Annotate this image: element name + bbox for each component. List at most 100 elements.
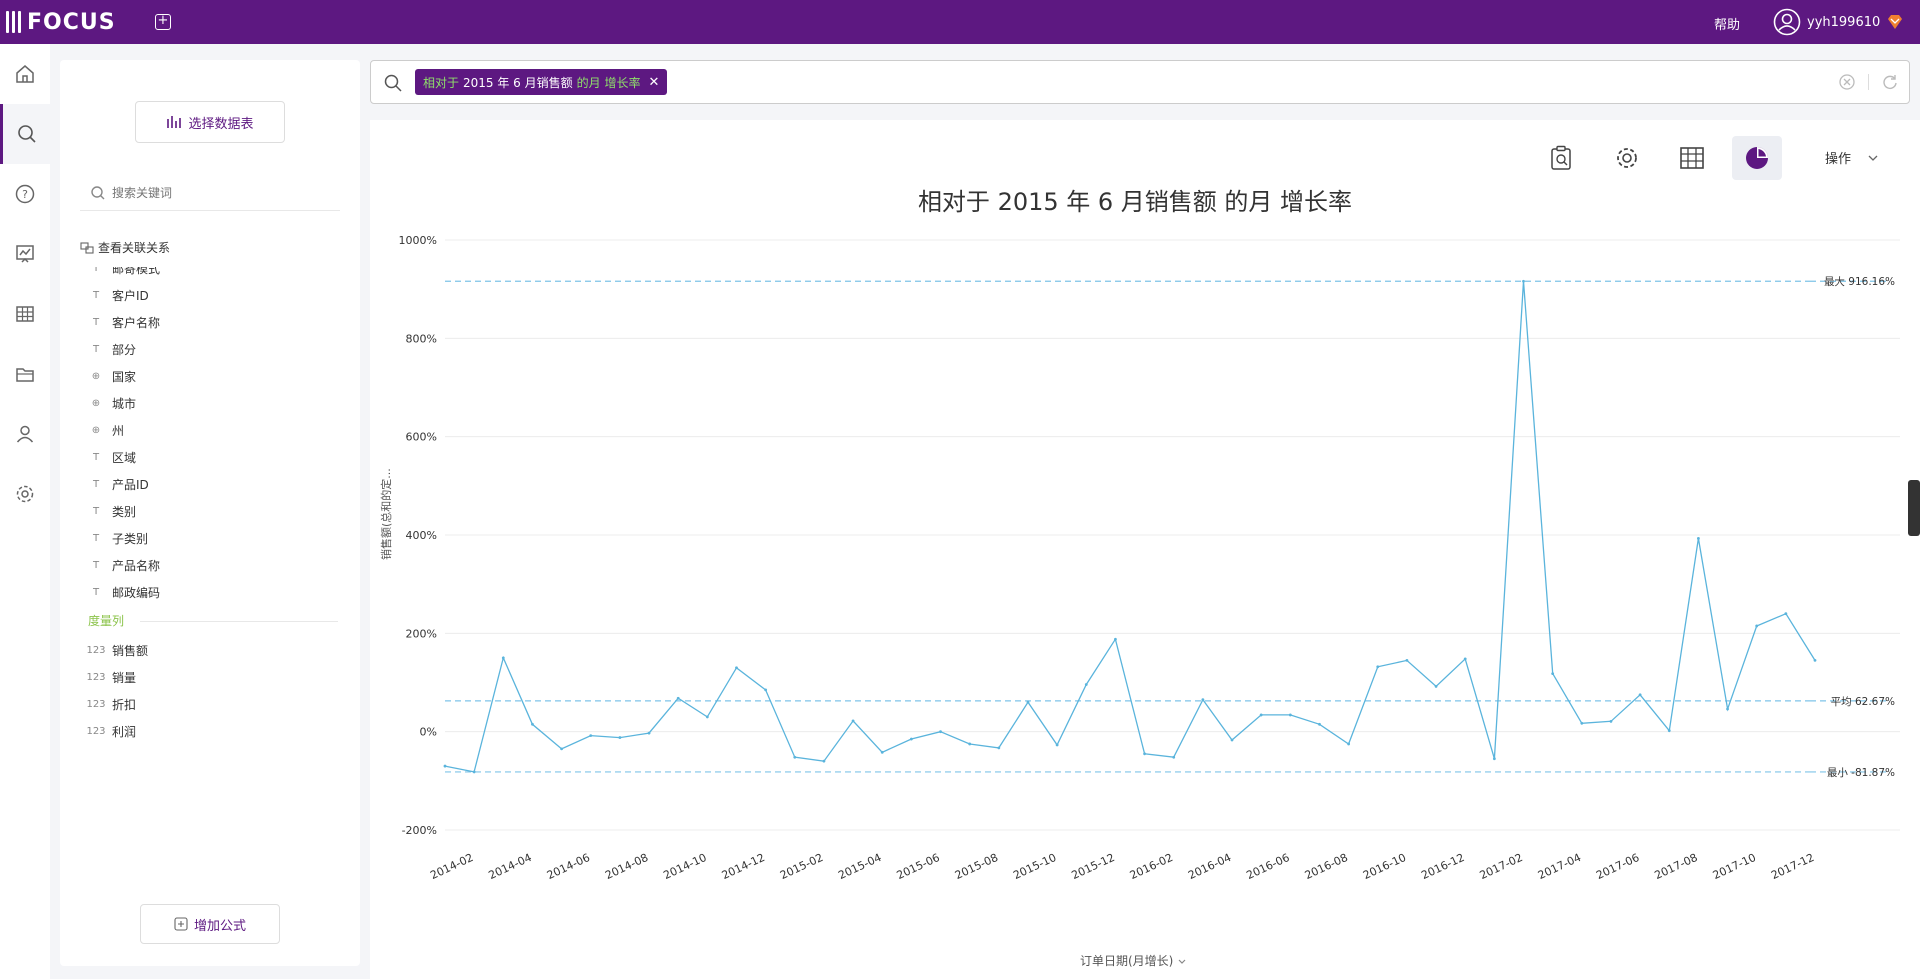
add-formula-button[interactable]: 增加公式 — [140, 904, 280, 944]
data-point — [1347, 742, 1351, 746]
table-view-button[interactable] — [1667, 136, 1717, 180]
insight-button[interactable] — [1536, 136, 1586, 180]
measure-section-title: 度量列 — [88, 614, 125, 628]
field-item[interactable]: T 产品ID — [80, 474, 149, 494]
view-relations-link[interactable]: 查看关联关系 — [80, 239, 170, 256]
number-type-icon: 123 — [86, 644, 106, 656]
x-tick-label: 2016-04 — [1186, 851, 1233, 882]
divider — [140, 621, 338, 622]
text-type-icon: T — [92, 532, 100, 544]
folder-icon — [16, 368, 34, 382]
data-point — [1288, 713, 1292, 717]
measure-label: 折扣 — [112, 697, 137, 712]
text-type-icon: T — [92, 586, 100, 598]
select-datasource-label: 选择数据表 — [188, 116, 254, 132]
nav-table[interactable] — [0, 284, 50, 344]
field-item[interactable]: T 类别 — [80, 501, 136, 521]
clear-icon[interactable] — [1838, 73, 1856, 91]
field-label: 城市 — [112, 396, 137, 411]
field-label: 子类别 — [112, 531, 149, 546]
x-tick-label: 2017-10 — [1711, 851, 1758, 882]
field-item[interactable]: ⊕ 城市 — [80, 393, 136, 413]
x-tick-label: 2015-02 — [778, 851, 825, 882]
data-point — [909, 737, 913, 741]
x-axis-label[interactable]: 订单日期(月增长) — [1080, 952, 1187, 969]
x-axis-label-text: 订单日期(月增长) — [1080, 954, 1174, 968]
search-icon — [91, 185, 105, 199]
measure-item[interactable]: 123 折扣 — [80, 694, 136, 714]
focus-logo[interactable]: FOCUS — [6, 8, 116, 36]
search-bar[interactable]: 相对于 2015 年 6 月销售额 的月 增长率 ✕ — [370, 60, 1910, 104]
field-item[interactable]: ⊕ 州 — [80, 420, 124, 440]
avatar-icon — [1773, 8, 1801, 36]
field-item[interactable]: T 客户ID — [80, 285, 149, 305]
scroll-handle[interactable] — [1908, 480, 1920, 536]
field-search[interactable] — [80, 175, 340, 211]
nav-help[interactable]: ? — [0, 164, 50, 224]
text-type-icon: T — [92, 559, 100, 571]
field-item[interactable]: T 区域 — [80, 447, 136, 467]
data-point — [939, 730, 942, 734]
data-point — [1638, 693, 1642, 697]
field-search-input[interactable] — [112, 185, 312, 200]
chart-type-button[interactable] — [1732, 136, 1782, 180]
data-point — [1726, 707, 1729, 711]
nav-user[interactable] — [0, 404, 50, 464]
x-tick-label: 2017-02 — [1478, 851, 1525, 882]
field-item[interactable]: T 客户名称 — [80, 312, 160, 332]
search-token[interactable]: 相对于 2015 年 6 月销售额 的月 增长率 ✕ — [415, 69, 668, 95]
field-item[interactable]: ⊕ 国家 — [80, 366, 136, 386]
globe-icon: ⊕ — [91, 424, 101, 436]
x-tick-label: 2015-04 — [836, 851, 883, 882]
data-point — [618, 736, 622, 739]
measure-item[interactable]: 123 利润 — [80, 721, 136, 741]
nav-home[interactable] — [0, 44, 50, 104]
add-tab-icon[interactable]: + — [155, 14, 171, 30]
home-icon — [16, 65, 34, 83]
search-icon — [17, 125, 36, 143]
data-point — [1230, 738, 1234, 742]
y-tick-label: -200% — [402, 824, 437, 837]
nav-settings[interactable] — [0, 464, 50, 524]
operations-menu[interactable]: 操作 — [1825, 148, 1879, 167]
field-item[interactable]: T 邮政编码 — [80, 582, 160, 602]
gear-icon — [1617, 148, 1637, 168]
measure-item[interactable]: 123 销量 — [80, 667, 136, 687]
view-relations-label: 查看关联关系 — [98, 241, 171, 255]
add-icon — [174, 917, 188, 931]
field-item[interactable]: T 部分 — [80, 339, 136, 359]
data-point — [1434, 685, 1438, 688]
globe-icon: ⊕ — [91, 397, 101, 409]
data-point — [1143, 752, 1146, 756]
text-type-icon: T — [92, 316, 100, 328]
data-point — [1784, 612, 1788, 616]
data-point — [1055, 743, 1059, 747]
field-item[interactable]: T 子类别 — [80, 528, 148, 548]
field-item[interactable]: T 产品名称 — [80, 555, 160, 575]
refresh-icon[interactable] — [1881, 73, 1899, 91]
measure-item[interactable]: 123 销售额 — [80, 640, 148, 660]
dashboard-icon — [16, 245, 34, 263]
close-icon[interactable]: ✕ — [648, 75, 659, 90]
user-menu[interactable]: yyh199610 — [1773, 8, 1904, 36]
data-point — [531, 722, 534, 726]
data-point — [1755, 624, 1759, 628]
top-bar: FOCUS + 帮助 yyh199610 — [0, 0, 1920, 44]
field-panel: 选择数据表 查看关联关系 T 邮寄模式 T客户IDT客户名称T部分⊕国家⊕城市⊕… — [60, 60, 360, 966]
field-item-partial[interactable]: T 邮寄模式 — [80, 267, 160, 278]
text-type-icon: T — [92, 267, 100, 274]
data-point — [589, 734, 593, 737]
data-point — [997, 746, 1001, 750]
y-axis-label[interactable]: 销售额(总和的定... — [378, 468, 394, 560]
nav-search[interactable] — [0, 104, 50, 164]
nav-folder[interactable] — [0, 344, 50, 404]
field-label: 国家 — [112, 369, 137, 384]
data-point — [647, 731, 651, 735]
select-datasource-button[interactable]: 选择数据表 — [135, 101, 285, 143]
pie-chart-icon — [1746, 147, 1768, 169]
chart-settings-button[interactable] — [1602, 136, 1652, 180]
nav-dashboard[interactable] — [0, 224, 50, 284]
x-tick-label: 2014-12 — [720, 851, 767, 882]
help-link[interactable]: 帮助 — [1714, 14, 1740, 33]
chevron-down-icon — [1868, 155, 1878, 161]
